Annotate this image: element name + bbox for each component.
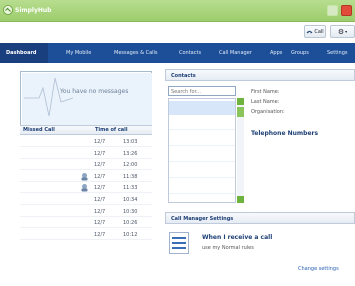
minimize-button[interactable] xyxy=(327,5,338,16)
toolbar: Call ⚙ ▾ xyxy=(0,22,355,42)
call-rule-description: use my Normal rules xyxy=(202,245,254,251)
contact-list[interactable] xyxy=(168,98,236,203)
call-time: 13:03 xyxy=(123,139,138,145)
call-manager-title: Call Manager Settings xyxy=(165,212,355,224)
call-date: 12/7 xyxy=(94,173,106,180)
messages-panel: You have no messages xyxy=(20,71,152,129)
tab-groups[interactable]: Groups xyxy=(291,43,309,63)
title-bar: SimplyHub xyxy=(0,0,355,22)
list-divider xyxy=(169,193,235,194)
list-divider xyxy=(169,145,235,146)
table-row[interactable]: 12/7 10:34 xyxy=(20,194,152,205)
call-time: 10:12 xyxy=(123,231,138,238)
organisation-label: Organisation: xyxy=(251,109,285,115)
missed-call-column-header: Missed Call xyxy=(23,127,55,133)
tab-settings[interactable]: Settings xyxy=(327,43,348,63)
time-of-call-column-header: Time of call xyxy=(95,127,128,133)
scroll-thumb[interactable] xyxy=(237,107,244,117)
call-date: 12/7 xyxy=(94,150,106,157)
last-name-label: Last Name: xyxy=(251,99,280,105)
tab-messages-calls[interactable]: Messages & Calls xyxy=(114,43,158,63)
call-date: 12/7 xyxy=(94,162,106,169)
call-date: 12/7 xyxy=(94,231,106,238)
app-logo-icon xyxy=(3,5,13,15)
scroll-down-button[interactable] xyxy=(237,196,244,203)
table-row[interactable]: 12/7 13:26 xyxy=(20,148,152,159)
call-time: 12:00 xyxy=(123,162,138,169)
telephone-numbers-heading: Telephone Numbers xyxy=(251,130,319,137)
call-date: 12/7 xyxy=(94,197,106,203)
settings-document-icon xyxy=(169,232,189,254)
change-settings-link[interactable]: Change settings xyxy=(298,266,339,272)
contacts-title: Contacts xyxy=(165,69,355,81)
call-date: 12/7 xyxy=(94,208,106,215)
tab-apps[interactable]: Apps xyxy=(270,43,282,63)
gear-icon: ⚙ xyxy=(337,27,345,36)
tab-contacts[interactable]: Contacts xyxy=(179,43,201,63)
tab-call-manager[interactable]: Call Manager xyxy=(219,43,252,63)
close-button[interactable] xyxy=(341,5,352,16)
call-time: 10:26 xyxy=(123,220,138,227)
table-row[interactable]: 12/7 11:38 xyxy=(20,171,152,182)
table-row[interactable]: 12/7 10:30 xyxy=(20,206,152,217)
call-time: 10:30 xyxy=(123,208,138,215)
list-divider xyxy=(169,177,235,178)
call-time: 11:33 xyxy=(123,185,138,192)
call-time: 11:38 xyxy=(123,173,138,180)
contact-list-scrollbar[interactable] xyxy=(237,98,244,203)
first-name-label: First Name: xyxy=(251,89,280,95)
settings-menu-button[interactable]: ⚙ ▾ xyxy=(330,25,355,38)
main-nav: Dashboard My Mobile Messages & Calls Con… xyxy=(0,43,355,63)
tab-my-mobile[interactable]: My Mobile xyxy=(66,43,91,63)
table-row[interactable]: 12/7 12:00 xyxy=(20,159,152,171)
list-divider xyxy=(169,161,235,162)
call-date: 12/7 xyxy=(94,185,106,192)
missed-calls-header: Missed Call Time of call xyxy=(20,125,152,135)
no-messages-text: You have no messages xyxy=(60,88,129,95)
phone-icon xyxy=(306,30,313,34)
contacts-panel: Contacts Search for... First Name: Last … xyxy=(165,69,355,210)
call-date: 12/7 xyxy=(94,220,106,227)
table-row[interactable]: 12/7 10:12 xyxy=(20,229,152,240)
table-row[interactable]: 12/7 10:26 xyxy=(20,217,152,229)
voicemail-icon xyxy=(81,172,88,181)
call-date: 12/7 xyxy=(94,139,106,145)
contact-list-selected-row[interactable] xyxy=(169,101,235,115)
call-manager-panel: Call Manager Settings When I receive a c… xyxy=(165,212,355,286)
call-time: 10:34 xyxy=(123,197,138,203)
table-row[interactable]: 12/7 11:33 xyxy=(20,182,152,194)
call-rule-title: When I receive a call xyxy=(202,234,273,241)
tab-dashboard[interactable]: Dashboard xyxy=(0,43,48,63)
call-button[interactable]: Call xyxy=(304,25,326,38)
table-row[interactable]: 12/7 13:03 xyxy=(20,136,152,147)
chevron-down-icon: ▾ xyxy=(345,29,348,34)
voicemail-icon xyxy=(81,184,88,192)
call-button-label: Call xyxy=(314,28,324,35)
signal-wave-icon xyxy=(24,77,74,117)
list-divider xyxy=(169,129,235,130)
scroll-up-button[interactable] xyxy=(237,98,244,105)
call-time: 13:26 xyxy=(123,150,138,157)
missed-calls-panel: Missed Call Time of call 12/7 13:03 12/7 13… xyxy=(20,125,152,270)
contact-search-input[interactable]: Search for... xyxy=(168,86,236,96)
window-title: SimplyHub xyxy=(15,7,52,14)
